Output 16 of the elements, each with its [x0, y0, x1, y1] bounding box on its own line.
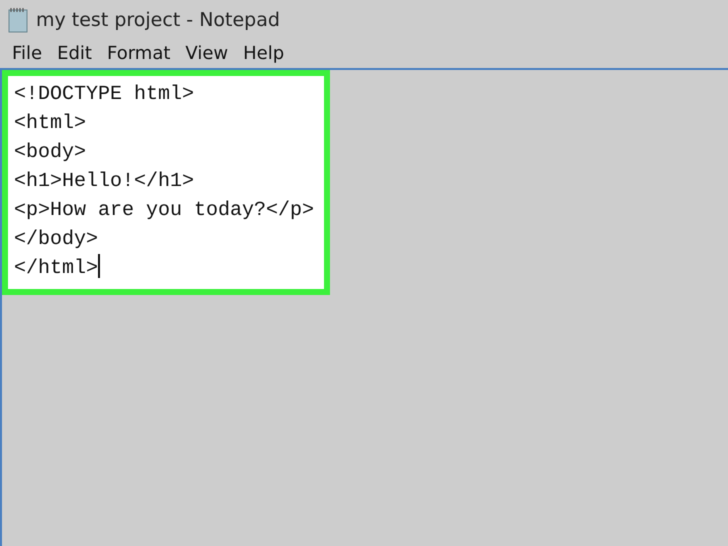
menu-item[interactable]: Format [100, 41, 180, 67]
code-line: <html> [14, 112, 86, 135]
menu-item[interactable]: Help [237, 41, 294, 67]
code-line: <h1>Hello!</h1> [14, 170, 194, 193]
menu-item[interactable]: File [6, 41, 52, 67]
text-cursor [98, 254, 100, 278]
window-title: my test project - Notepad [36, 8, 280, 33]
code-line: <!DOCTYPE html> [14, 83, 194, 106]
code-line: </body> [14, 228, 98, 251]
code-line: </html> [14, 257, 98, 280]
highlight-frame[interactable]: <!DOCTYPE html> <html> <body> <h1>Hello!</h1> <p>How are you today?</p> </body> </html> [2, 70, 330, 295]
menu-item[interactable]: Edit [51, 41, 101, 67]
code-line: <p>How are you today?</p> [14, 199, 314, 222]
notepad-icon [8, 7, 28, 33]
menu-item[interactable]: View [179, 41, 238, 67]
code-line: <body> [14, 141, 86, 164]
